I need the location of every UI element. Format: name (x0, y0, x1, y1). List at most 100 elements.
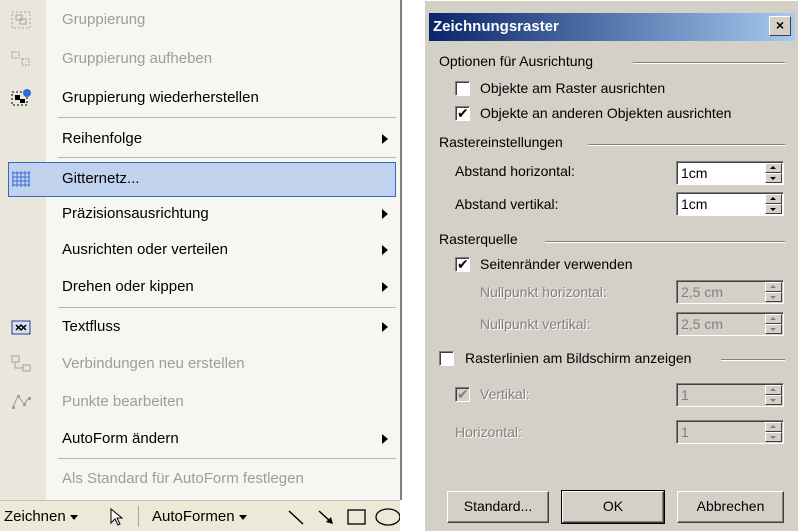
spacing-horizontal-label: Abstand horizontal: (455, 163, 575, 179)
submenu-arrow-icon (382, 322, 388, 332)
ok-button[interactable]: OK (561, 490, 665, 524)
spacing-vertical-label: Abstand vertikal: (455, 196, 559, 212)
group-icon (11, 11, 31, 29)
vertical-spinner[interactable]: 1 (676, 383, 784, 407)
group-divider (721, 359, 785, 361)
menu-item-label: Gruppierung aufheben (62, 50, 213, 67)
group-title-grid: Rastereinstellungen (439, 134, 563, 150)
draw-menu-button[interactable]: Zeichnen (4, 508, 78, 525)
menu-separator (58, 157, 396, 158)
group-title-snap: Optionen für Ausrichtung (439, 53, 594, 69)
menu-item-text-wrapping[interactable]: Textfluss (0, 310, 400, 345)
toolbar-separator (138, 506, 139, 527)
use-margins-checkbox[interactable]: ✔ (455, 256, 470, 272)
spin-down-button[interactable] (765, 204, 782, 214)
menu-item-rotate-flip[interactable]: Drehen oder kippen (0, 270, 400, 305)
snap-to-grid-checkbox[interactable] (455, 81, 470, 96)
menu-item-group: Gruppierung (0, 3, 400, 38)
menu-item-align-distribute[interactable]: Ausrichten oder verteilen (0, 233, 400, 268)
origin-horizontal-value: 2,5 cm (681, 284, 724, 300)
spin-down-button[interactable] (765, 292, 782, 302)
origin-horizontal-label: Nullpunkt horizontal: (480, 284, 607, 300)
checkmark-icon: ✔ (457, 105, 469, 121)
submenu-arrow-icon (382, 282, 388, 292)
menu-item-ungroup: Gruppierung aufheben (0, 42, 400, 77)
menu-item-label: Präzisionsausrichtung (62, 205, 209, 222)
oval-tool-icon[interactable] (374, 507, 400, 527)
spacing-horizontal-value: 1cm (681, 165, 708, 181)
default-button[interactable]: Standard... (447, 491, 549, 523)
line-tool-icon[interactable] (286, 507, 306, 527)
spin-up-button[interactable] (765, 282, 782, 292)
grid-icon (12, 171, 30, 187)
spin-up-button[interactable] (765, 422, 782, 432)
spacing-vertical-spinner[interactable]: 1cm (676, 192, 784, 216)
menu-border (400, 0, 402, 500)
spin-down-button[interactable] (765, 324, 782, 334)
menu-separator (58, 307, 396, 308)
show-gridlines-checkbox[interactable] (439, 351, 454, 366)
spacing-horizontal-spinner[interactable]: 1cm (676, 161, 784, 185)
draw-menu-label: Zeichnen (4, 508, 66, 525)
menu-item-grid[interactable]: Gitternetz... (8, 162, 396, 197)
group-divider (633, 62, 785, 64)
horizontal-spinner[interactable]: 1 (676, 420, 784, 444)
use-margins-label: Seitenränder verwenden (480, 256, 633, 272)
menu-item-change-autoshape[interactable]: AutoForm ändern (0, 422, 400, 457)
spin-up-button[interactable] (765, 314, 782, 324)
dialog-title: Zeichnungsraster (433, 18, 559, 35)
ungroup-icon (11, 51, 30, 66)
menu-item-label: Als Standard für AutoForm festlegen (62, 470, 304, 487)
origin-vertical-value: 2,5 cm (681, 316, 724, 332)
checkmark-icon: ✔ (457, 386, 469, 402)
menu-separator (58, 117, 396, 118)
snap-to-objects-checkbox[interactable]: ✔ (455, 105, 470, 121)
spin-up-button[interactable] (765, 163, 782, 173)
dialog-titlebar[interactable]: Zeichnungsraster × (429, 13, 795, 41)
spin-up-button[interactable] (765, 194, 782, 204)
origin-horizontal-spinner[interactable]: 2,5 cm (676, 280, 784, 304)
menu-item-set-autoshape-default: Als Standard für AutoForm festlegen (0, 462, 400, 497)
reroute-connectors-icon (11, 355, 31, 372)
spin-down-button[interactable] (765, 395, 782, 405)
vertical-checkbox[interactable]: ✔ (455, 386, 470, 402)
spacing-vertical-value: 1cm (681, 196, 708, 212)
menu-item-label: Gruppierung (62, 11, 146, 28)
menu-item-label: Drehen oder kippen (62, 278, 194, 295)
group-divider (545, 241, 785, 243)
menu-item-label: Reihenfolge (62, 130, 143, 147)
cancel-button[interactable]: Abbrechen (677, 491, 784, 523)
show-gridlines-label: Rasterlinien am Bildschirm anzeigen (465, 350, 692, 366)
menu-item-label: Punkte bearbeiten (62, 393, 184, 410)
horizontal-value: 1 (681, 424, 689, 440)
origin-vertical-spinner[interactable]: 2,5 cm (676, 312, 784, 336)
select-objects-icon[interactable] (108, 507, 124, 527)
autoshapes-menu-label: AutoFormen (152, 508, 235, 525)
rectangle-tool-icon[interactable] (346, 507, 368, 527)
menu-item-regroup[interactable]: Gruppierung wiederherstellen (0, 81, 400, 116)
drawing-grid-dialog: Zeichnungsraster × Optionen für Ausricht… (424, 0, 798, 531)
spin-down-button[interactable] (765, 173, 782, 183)
snap-to-grid-label: Objekte am Raster ausrichten (480, 80, 666, 96)
autoshapes-menu-button[interactable]: AutoFormen (152, 508, 247, 525)
close-button[interactable]: × (769, 16, 791, 36)
menu-item-label: AutoForm ändern (62, 430, 179, 447)
menu-item-edit-points: Punkte bearbeiten (0, 385, 400, 420)
vertical-label: Vertikal: (480, 386, 530, 402)
spin-down-button[interactable] (765, 432, 782, 442)
horizontal-label: Horizontal: (455, 424, 522, 440)
menu-item-order[interactable]: Reihenfolge (0, 122, 400, 157)
arrow-tool-icon[interactable] (316, 507, 336, 527)
drawing-toolbar: Zeichnen AutoFormen (0, 500, 400, 531)
edit-points-icon (12, 395, 31, 409)
menu-item-nudge[interactable]: Präzisionsausrichtung (0, 197, 400, 232)
menu-item-label: Ausrichten oder verteilen (62, 241, 228, 258)
group-title-origin: Rasterquelle (439, 231, 518, 247)
vertical-value: 1 (681, 387, 689, 403)
menu-item-reroute-connectors: Verbindungen neu erstellen (0, 347, 400, 382)
dropdown-caret-icon (69, 514, 78, 520)
submenu-arrow-icon (382, 245, 388, 255)
regroup-icon (11, 89, 31, 106)
spin-up-button[interactable] (765, 385, 782, 395)
snap-to-objects-label: Objekte an anderen Objekten ausrichten (480, 105, 732, 121)
